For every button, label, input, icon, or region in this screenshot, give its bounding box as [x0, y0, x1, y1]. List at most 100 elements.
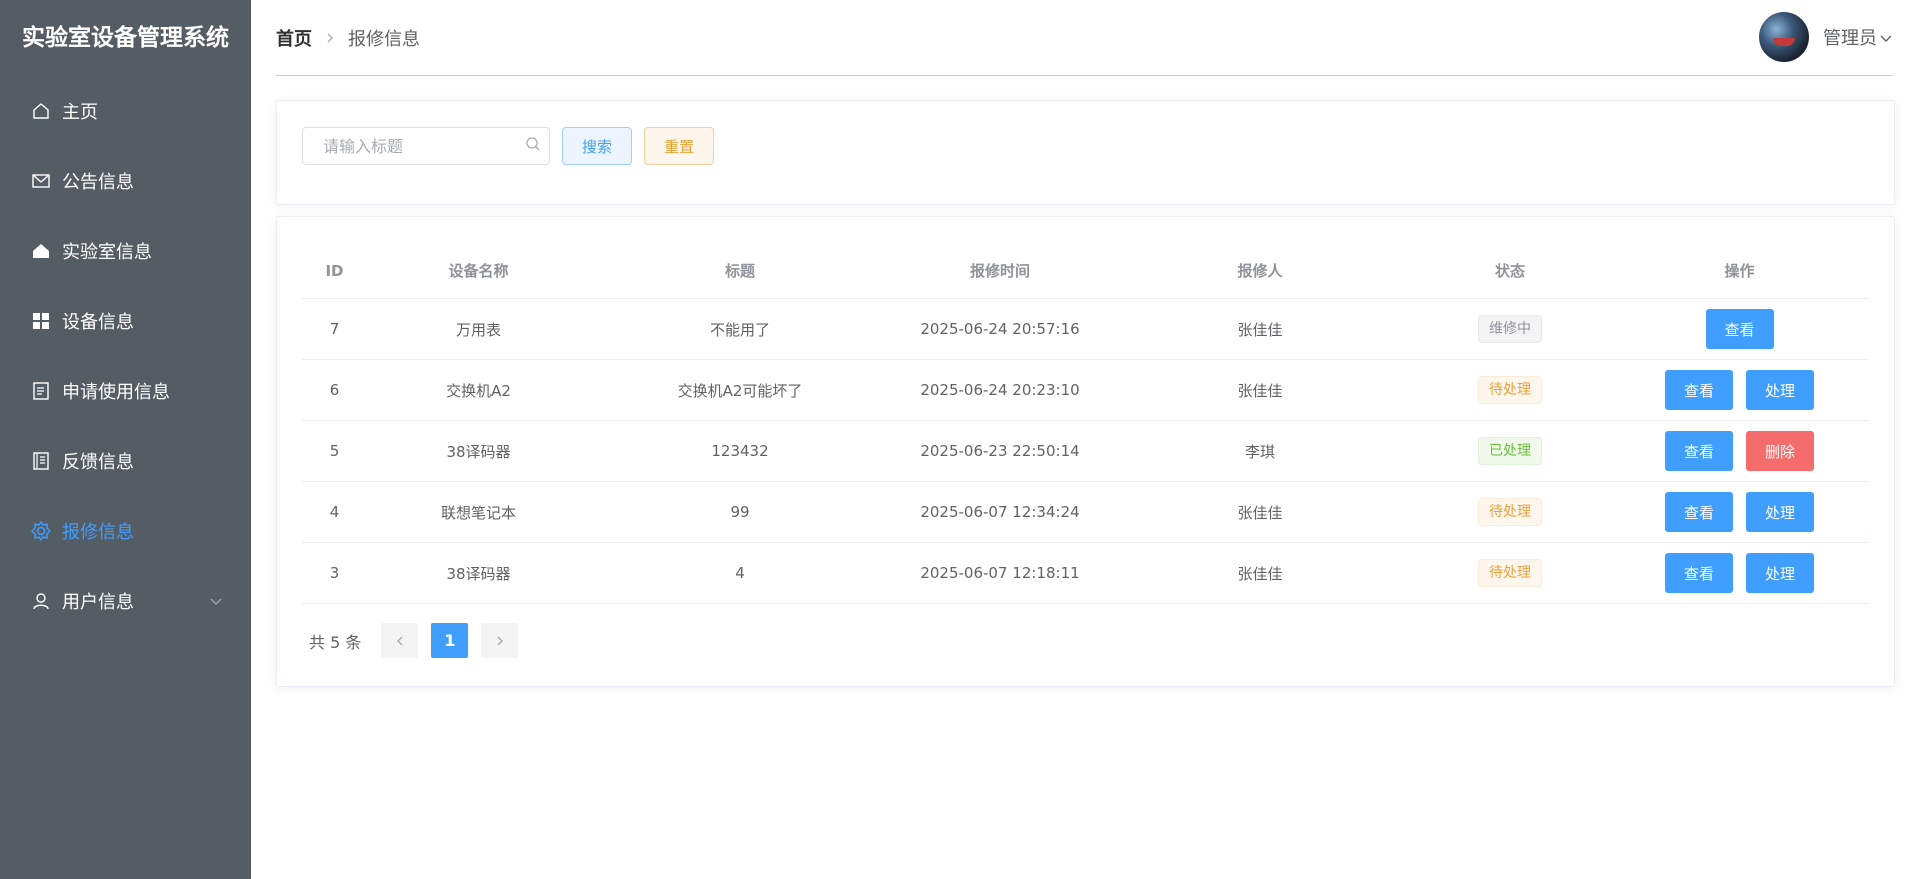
column-header-device: 设备名称: [448, 262, 509, 280]
column-header-status: 状态: [1494, 262, 1525, 280]
status-badge: 维修中: [1478, 315, 1542, 343]
sidebar-item-home[interactable]: 主页: [0, 76, 251, 146]
cell-time: 2025-06-07 12:34:24: [920, 503, 1080, 521]
message-icon: [30, 170, 52, 192]
sidebar-item-label: 用户信息: [62, 592, 134, 613]
cell-status: 已处理: [1410, 437, 1610, 465]
notebook-icon: [30, 450, 52, 472]
search-input-wrapper[interactable]: [302, 127, 550, 165]
column-header-id: ID: [325, 261, 344, 280]
breadcrumb-home[interactable]: 首页: [276, 25, 312, 51]
cell-device: 联想笔记本: [440, 503, 516, 522]
sidebar-item-feedback[interactable]: 反馈信息: [0, 426, 251, 496]
sidebar-item-notice[interactable]: 公告信息: [0, 146, 251, 216]
sidebar-item-apply[interactable]: 申请使用信息: [0, 356, 251, 426]
column-header-actions: 操作: [1724, 262, 1755, 280]
table-row: 3 38译码器 4 2025-06-07 12:18:11 张佳佳 待处理 查看…: [302, 543, 1869, 604]
header: 首页 报修信息 管理员: [276, 0, 1893, 76]
cell-time: 2025-06-23 22:50:14: [920, 442, 1080, 460]
cell-title: 交换机A2可能坏了: [677, 381, 803, 400]
sidebar-item-label: 设备信息: [62, 312, 134, 333]
cell-time: 2025-06-07 12:18:11: [920, 564, 1080, 582]
process-button[interactable]: 处理: [1746, 492, 1814, 532]
cell-id: 3: [329, 564, 340, 582]
view-button[interactable]: 查看: [1665, 370, 1733, 410]
sidebar-item-label: 公告信息: [62, 172, 134, 193]
prev-page-button[interactable]: [381, 623, 419, 658]
user-dropdown[interactable]: 管理员: [1759, 12, 1893, 62]
cell-title: 99: [730, 503, 750, 521]
cell-title: 123432: [711, 442, 769, 460]
cell-id: 6: [329, 381, 340, 399]
document-icon: [30, 380, 52, 402]
cell-status: 维修中: [1410, 315, 1610, 343]
table-panel: ID 设备名称 标题 报修时间 报修人 状态 操作 7 万用表 不能用了 202…: [276, 216, 1895, 687]
view-button[interactable]: 查看: [1665, 492, 1733, 532]
table-row: 6 交换机A2 交换机A2可能坏了 2025-06-24 20:23:10 张佳…: [302, 360, 1869, 421]
pagination-total: 共 5 条: [309, 632, 362, 652]
cell-title: 4: [735, 564, 745, 582]
pagination: 共 5 条 1: [309, 623, 531, 658]
sidebar-item-label: 主页: [62, 102, 98, 123]
process-button[interactable]: 处理: [1746, 370, 1814, 410]
sidebar-item-user[interactable]: 用户信息: [0, 566, 251, 636]
cell-reporter: 张佳佳: [1237, 564, 1283, 583]
cell-reporter: 张佳佳: [1237, 381, 1283, 400]
chevron-down-icon[interactable]: [209, 592, 223, 606]
delete-button[interactable]: 删除: [1746, 431, 1814, 471]
status-badge: 待处理: [1478, 559, 1542, 587]
cell-device: 交换机A2: [446, 381, 511, 400]
cell-time: 2025-06-24 20:57:16: [920, 320, 1080, 338]
status-badge: 待处理: [1478, 498, 1542, 526]
status-badge: 待处理: [1478, 376, 1542, 404]
cell-device: 万用表: [455, 320, 501, 339]
view-button[interactable]: 查看: [1665, 431, 1733, 471]
avatar[interactable]: [1759, 12, 1809, 62]
cell-actions: 查看 删除: [1610, 431, 1869, 471]
cell-reporter: 张佳佳: [1237, 320, 1283, 339]
sidebar-item-label: 反馈信息: [62, 452, 134, 473]
sidebar-item-device[interactable]: 设备信息: [0, 286, 251, 356]
chevron-right-icon: [497, 636, 503, 645]
cell-device: 38译码器: [446, 564, 511, 583]
cell-title: 不能用了: [709, 320, 770, 339]
table-row: 5 38译码器 123432 2025-06-23 22:50:14 李琪 已处…: [302, 421, 1869, 482]
sidebar-item-lab[interactable]: 实验室信息: [0, 216, 251, 286]
next-page-button[interactable]: [481, 623, 519, 658]
setting-icon: [30, 520, 52, 542]
user-icon: [30, 590, 52, 612]
view-button[interactable]: 查看: [1705, 309, 1774, 349]
cell-id: 7: [329, 320, 340, 338]
view-button[interactable]: 查看: [1665, 553, 1733, 593]
breadcrumb: 首页 报修信息: [276, 25, 420, 51]
page-number-button[interactable]: 1: [431, 623, 469, 658]
house-icon: [30, 240, 52, 262]
cell-reporter: 张佳佳: [1237, 503, 1283, 522]
grid-icon: [30, 310, 52, 332]
column-header-reporter: 报修人: [1237, 262, 1283, 280]
reset-button[interactable]: 重置: [644, 127, 714, 165]
cell-status: 待处理: [1410, 376, 1610, 404]
search-button[interactable]: 搜索: [562, 127, 632, 165]
search-input[interactable]: [321, 135, 525, 157]
search-icon: [525, 136, 541, 156]
cell-actions: 查看 处理: [1610, 370, 1869, 410]
cell-actions: 查看: [1610, 309, 1869, 349]
sidebar-item-label: 申请使用信息: [62, 382, 170, 403]
process-button[interactable]: 处理: [1746, 553, 1814, 593]
user-name[interactable]: 管理员: [1823, 24, 1877, 50]
table-row: 4 联想笔记本 99 2025-06-07 12:34:24 张佳佳 待处理 查…: [302, 482, 1869, 543]
cell-device: 38译码器: [446, 442, 511, 461]
status-badge: 已处理: [1478, 437, 1542, 465]
cell-actions: 查看 处理: [1610, 553, 1869, 593]
app-title: 实验室设备管理系统: [22, 25, 229, 51]
cell-reporter: 李琪: [1244, 442, 1275, 461]
chevron-left-icon: [396, 636, 403, 645]
search-panel: 搜索 重置: [276, 100, 1895, 205]
sidebar: 实验室设备管理系统 主页 公告信息 实验室信息 设备信息 申请使用信息 反馈信息…: [0, 0, 251, 879]
sidebar-menu: 主页 公告信息 实验室信息 设备信息 申请使用信息 反馈信息 报修信息 用户信息: [0, 76, 251, 636]
chevron-right-icon: [324, 32, 336, 44]
cell-id: 4: [329, 503, 340, 521]
sidebar-item-repair[interactable]: 报修信息: [0, 496, 251, 566]
chevron-down-icon[interactable]: [1879, 30, 1893, 44]
